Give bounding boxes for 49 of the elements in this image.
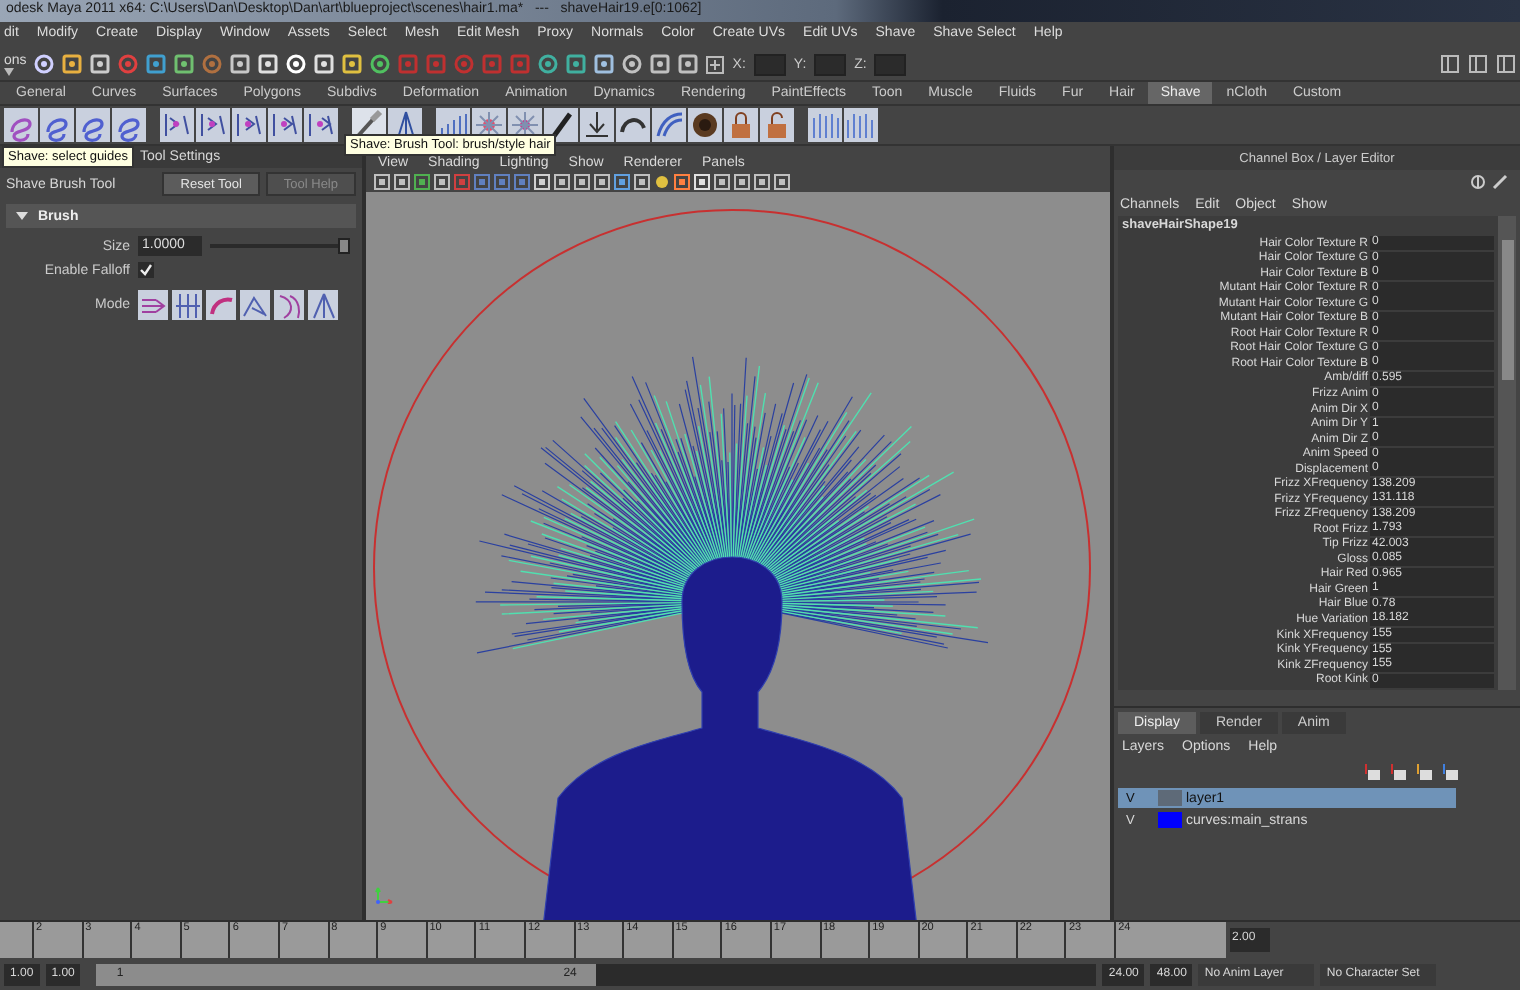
layer-tool-icon[interactable]	[1442, 764, 1460, 782]
layer-color-swatch[interactable]	[1158, 790, 1182, 806]
falloff-checkbox[interactable]	[138, 262, 154, 278]
toolbar-tool-icon[interactable]	[594, 54, 615, 74]
guide-tool-icon[interactable]	[304, 108, 338, 142]
toolbar-tool-icon[interactable]	[174, 54, 195, 74]
panel-toggle-icon[interactable]	[1440, 54, 1460, 74]
toolbar-tool-icon[interactable]	[650, 54, 671, 74]
brush-mode-icon[interactable]	[274, 290, 304, 320]
check-icon	[140, 264, 152, 276]
caret-icon	[4, 67, 14, 75]
guide-curve-icon[interactable]	[112, 108, 146, 142]
axis-icon	[374, 884, 394, 904]
brush-mode-icon[interactable]	[172, 290, 202, 320]
layer-color-swatch[interactable]	[1158, 812, 1182, 828]
guide-curve-icon[interactable]	[4, 108, 38, 142]
scrollbar[interactable]	[1498, 216, 1516, 690]
toolbar-tool-icon[interactable]	[678, 54, 699, 74]
brush-mode-icon[interactable]	[138, 290, 168, 320]
toolbar-tool-icon[interactable]	[342, 54, 363, 74]
hair-swoosh-icon[interactable]	[652, 108, 686, 142]
lock-icon[interactable]	[760, 108, 794, 142]
guide-tool-icon[interactable]	[196, 108, 230, 142]
guide-tool-icon[interactable]	[160, 108, 194, 142]
guide-curve-icon[interactable]	[76, 108, 110, 142]
guide-tool-icon[interactable]	[232, 108, 266, 142]
pencil-icon[interactable]	[1492, 173, 1508, 189]
slider-thumb[interactable]	[338, 238, 350, 254]
layer-tool-icon[interactable]	[1416, 764, 1434, 782]
fur-ball-icon[interactable]	[688, 108, 722, 142]
toolbar-tool-icon[interactable]	[370, 54, 391, 74]
toolbar-tool-icon[interactable]	[62, 54, 83, 74]
layer-tool-icon[interactable]	[1364, 764, 1382, 782]
toolbar-tool-icon[interactable]	[230, 54, 251, 74]
layer-tool-icon[interactable]	[1390, 764, 1408, 782]
coordinate-field[interactable]	[874, 53, 907, 75]
download-icon[interactable]	[580, 108, 614, 142]
brush-mode-icon[interactable]	[240, 290, 270, 320]
guide-curve-icon[interactable]	[40, 108, 74, 142]
expand-triangle-icon[interactable]	[16, 212, 28, 220]
lock-icon[interactable]	[724, 108, 758, 142]
panel-toggle-icon[interactable]	[1496, 54, 1516, 74]
coordinate-field[interactable]	[814, 53, 847, 75]
toolbar-tool-icon[interactable]	[622, 54, 643, 74]
brush-mode-icon[interactable]	[308, 290, 338, 320]
guide-tool-icon[interactable]	[268, 108, 302, 142]
panel-toggle-icon[interactable]	[1468, 54, 1488, 74]
brush-mode-icon[interactable]	[206, 290, 236, 320]
coordinate-field[interactable]	[753, 53, 786, 75]
